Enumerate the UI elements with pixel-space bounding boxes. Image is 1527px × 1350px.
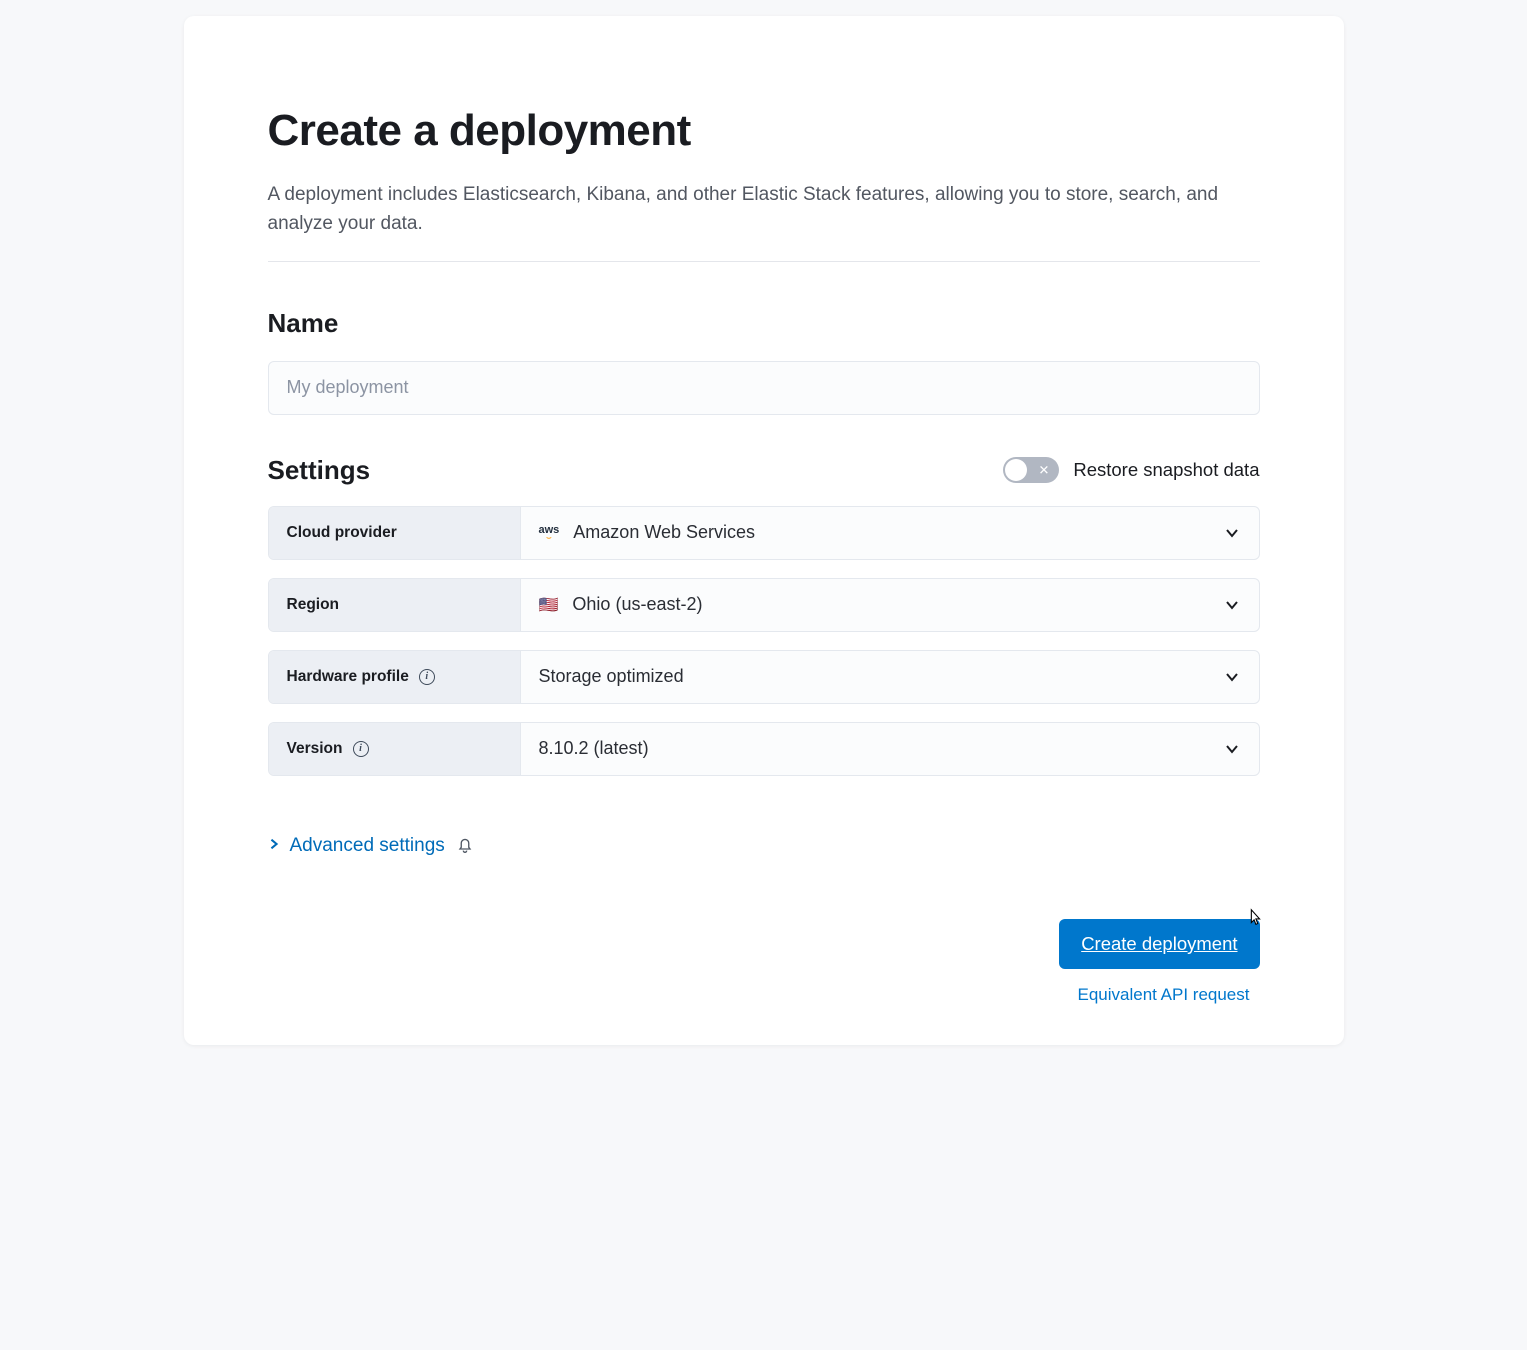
deployment-create-card: Create a deployment A deployment include… xyxy=(184,16,1344,1045)
hardware-profile-label-text: Hardware profile xyxy=(287,668,409,686)
create-deployment-button[interactable]: Create deployment xyxy=(1059,919,1259,969)
version-label-text: Version xyxy=(287,740,343,758)
chevron-down-icon xyxy=(1223,740,1241,758)
advanced-settings-label: Advanced settings xyxy=(290,835,445,857)
version-value: 8.10.2 (latest) xyxy=(539,738,649,759)
hardware-profile-label: Hardware profile i xyxy=(269,651,521,703)
region-select[interactable]: 🇺🇸 Ohio (us-east-2) xyxy=(521,579,1259,631)
equivalent-api-request-link[interactable]: Equivalent API request xyxy=(1077,985,1249,1005)
chevron-down-icon xyxy=(1223,668,1241,686)
region-value: Ohio (us-east-2) xyxy=(572,594,702,615)
cloud-provider-label-text: Cloud provider xyxy=(287,524,397,542)
settings-heading: Settings xyxy=(268,455,371,486)
version-select[interactable]: 8.10.2 (latest) xyxy=(521,723,1259,775)
cloud-provider-select[interactable]: aws⌣ Amazon Web Services xyxy=(521,507,1259,559)
info-icon[interactable]: i xyxy=(419,669,435,685)
cloud-provider-label: Cloud provider xyxy=(269,507,521,559)
version-row: Version i 8.10.2 (latest) xyxy=(268,722,1260,776)
page-subtitle: A deployment includes Elasticsearch, Kib… xyxy=(268,180,1260,239)
aws-icon: aws⌣ xyxy=(539,525,560,541)
hardware-profile-select[interactable]: Storage optimized xyxy=(521,651,1259,703)
flag-us-icon: 🇺🇸 xyxy=(539,595,559,615)
hardware-profile-row: Hardware profile i Storage optimized xyxy=(268,650,1260,704)
chevron-down-icon xyxy=(1223,524,1241,542)
page-title: Create a deployment xyxy=(268,106,1260,156)
x-icon: ✕ xyxy=(1038,464,1049,477)
restore-snapshot-label: Restore snapshot data xyxy=(1073,459,1259,481)
chevron-right-icon xyxy=(268,837,280,856)
hardware-profile-value: Storage optimized xyxy=(539,666,684,687)
version-label: Version i xyxy=(269,723,521,775)
deployment-name-input[interactable] xyxy=(268,361,1260,415)
restore-snapshot-toggle[interactable]: ✕ xyxy=(1003,457,1059,483)
cloud-provider-row: Cloud provider aws⌣ Amazon Web Services xyxy=(268,506,1260,560)
region-label-text: Region xyxy=(287,596,340,614)
cloud-provider-value: Amazon Web Services xyxy=(573,522,755,543)
settings-header-row: Settings ✕ Restore snapshot data xyxy=(268,455,1260,486)
restore-snapshot-toggle-wrap: ✕ Restore snapshot data xyxy=(1003,457,1259,483)
name-heading: Name xyxy=(268,308,1260,339)
chevron-down-icon xyxy=(1223,596,1241,614)
divider xyxy=(268,261,1260,262)
region-row: Region 🇺🇸 Ohio (us-east-2) xyxy=(268,578,1260,632)
advanced-settings-toggle[interactable]: Advanced settings xyxy=(268,834,1260,859)
cursor-pointer-icon xyxy=(1244,907,1266,934)
footer: Create deployment Equivalent API request xyxy=(268,859,1260,1005)
bell-icon xyxy=(455,834,475,859)
region-label: Region xyxy=(269,579,521,631)
toggle-knob xyxy=(1005,459,1027,481)
info-icon[interactable]: i xyxy=(353,741,369,757)
